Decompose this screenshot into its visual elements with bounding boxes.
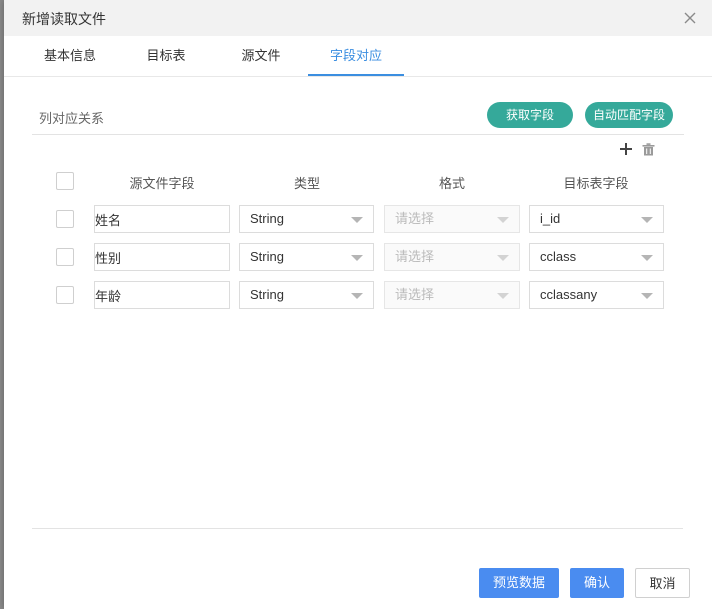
source-field-input[interactable]: [95, 244, 229, 270]
source-field-input[interactable]: [95, 206, 229, 232]
type-value: String: [250, 287, 284, 302]
chevron-down-icon: [497, 217, 509, 223]
row-checkbox[interactable]: [56, 210, 74, 228]
chevron-down-icon: [641, 255, 653, 261]
tab-field-mapping[interactable]: 字段对应: [308, 36, 404, 76]
type-value: String: [250, 249, 284, 264]
target-field-value: cclass: [540, 249, 577, 264]
type-value: String: [250, 211, 284, 226]
source-field-input: [94, 205, 230, 233]
header-target-field: 目标表字段: [563, 176, 629, 191]
format-placeholder: 请选择: [395, 249, 435, 264]
format-select: 请选择: [384, 205, 520, 233]
source-field-input[interactable]: [95, 282, 229, 308]
source-field-input: [94, 281, 230, 309]
confirm-button[interactable]: 确认: [570, 568, 624, 598]
section-label: 列对应关系: [39, 111, 105, 126]
auto-match-button[interactable]: 自动匹配字段: [585, 102, 673, 128]
type-select[interactable]: String: [239, 205, 374, 233]
tab-basic-info[interactable]: 基本信息: [28, 36, 112, 75]
dialog-title: 新增读取文件: [22, 11, 106, 27]
header-format: 格式: [438, 176, 465, 191]
chevron-down-icon: [641, 293, 653, 299]
format-placeholder: 请选择: [395, 287, 435, 302]
chevron-down-icon: [497, 293, 509, 299]
target-field-value: i_id: [540, 211, 561, 226]
header-source-field: 源文件字段: [129, 176, 195, 191]
type-select[interactable]: String: [239, 281, 374, 309]
header-type: 类型: [293, 176, 320, 191]
dialog: 新增读取文件 基本信息 目标表 源文件 字段对应 列对应关系 获取字段 自动匹配…: [4, 0, 712, 609]
target-field-select[interactable]: cclassany: [529, 281, 664, 309]
select-all-checkbox[interactable]: [56, 172, 74, 190]
chevron-down-icon: [351, 217, 363, 223]
tab-target-table[interactable]: 目标表: [134, 36, 198, 75]
format-placeholder: 请选择: [395, 211, 435, 226]
target-field-value: cclassany: [540, 287, 598, 302]
target-field-select[interactable]: i_id: [529, 205, 664, 233]
cancel-button[interactable]: 取消: [635, 568, 690, 598]
source-field-input: [94, 243, 230, 271]
row-checkbox[interactable]: [56, 248, 74, 266]
add-row-icon[interactable]: [620, 143, 632, 158]
tab-source-file[interactable]: 源文件: [226, 36, 296, 75]
chevron-down-icon: [351, 255, 363, 261]
fetch-fields-button[interactable]: 获取字段: [487, 102, 573, 128]
type-select[interactable]: String: [239, 243, 374, 271]
chevron-down-icon: [641, 217, 653, 223]
chevron-down-icon: [497, 255, 509, 261]
chevron-down-icon: [351, 293, 363, 299]
column-mapping-header: 列对应关系 获取字段 自动匹配字段: [32, 100, 684, 135]
row-checkbox[interactable]: [56, 286, 74, 304]
tab-bar: 基本信息 目标表 源文件 字段对应: [4, 36, 712, 77]
dialog-header: 新增读取文件: [4, 0, 712, 36]
format-select: 请选择: [384, 243, 520, 271]
trash-icon[interactable]: [642, 143, 655, 159]
preview-data-button[interactable]: 预览数据: [479, 568, 559, 598]
target-field-select[interactable]: cclass: [529, 243, 664, 271]
footer-divider: [32, 528, 683, 529]
format-select: 请选择: [384, 281, 520, 309]
close-icon[interactable]: [680, 8, 700, 28]
